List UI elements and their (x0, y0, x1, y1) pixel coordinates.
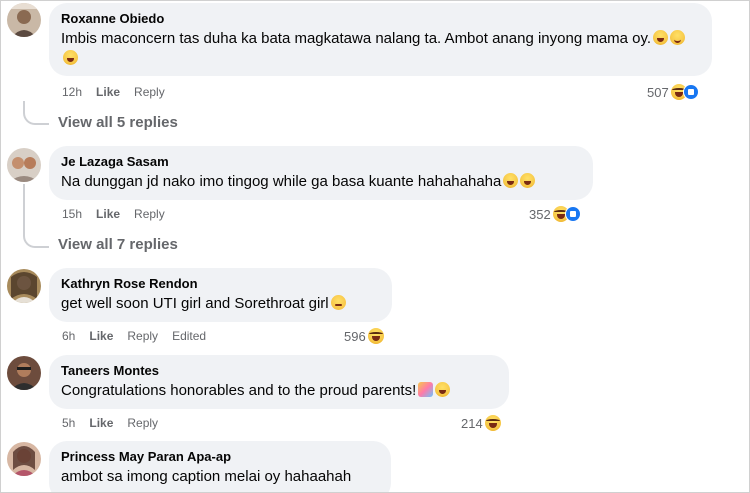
reply-button[interactable]: Reply (127, 329, 158, 343)
joy-emoji-icon (520, 173, 536, 188)
haha-reaction-icon (367, 328, 384, 344)
joy-emoji-icon (503, 173, 519, 188)
grimace-emoji-icon (330, 295, 346, 310)
comment-actions: 5h Like Reply (62, 416, 172, 430)
comments-panel: Roxanne Obiedo Imbis maconcern tas duha … (0, 0, 750, 493)
rofl-emoji-icon (653, 30, 669, 45)
comment-text: get well soon UTI girl and Sorethroat gi… (61, 294, 380, 314)
comment-actions: 12h Like Reply (62, 85, 179, 99)
reaction-count: 596 (344, 328, 366, 344)
comment-author[interactable]: Taneers Montes (61, 362, 497, 379)
thread-line (23, 184, 49, 248)
like-button[interactable]: Like (89, 329, 113, 343)
comment-bubble: Princess May Paran Apa-ap ambot sa imong… (49, 441, 391, 492)
comment-bubble: Roxanne Obiedo Imbis maconcern tas duha … (49, 3, 712, 76)
reaction-count: 352 (529, 206, 551, 222)
avatar[interactable] (7, 356, 41, 390)
comment-text: ambot sa imong caption melai oy hahaahah (61, 468, 352, 485)
reply-button[interactable]: Reply (134, 85, 165, 99)
comment-actions: 6h Like Reply Edited (62, 329, 220, 343)
reaction-summary[interactable]: 352 (529, 206, 581, 222)
avatar[interactable] (7, 3, 41, 37)
comment-author[interactable]: Princess May Paran Apa-ap (61, 448, 379, 465)
like-reaction-icon (682, 84, 699, 100)
reply-button[interactable]: Reply (127, 416, 158, 430)
thread-line (23, 101, 49, 125)
reaction-count: 214 (461, 415, 483, 431)
joy-emoji-icon (63, 50, 78, 65)
comment-time[interactable]: 5h (62, 416, 75, 430)
view-replies-link[interactable]: View all 5 replies (58, 114, 178, 131)
comment-actions: 15h Like Reply (62, 207, 179, 221)
comment-author[interactable]: Kathryn Rose Rendon (61, 275, 380, 292)
avatar[interactable] (7, 442, 41, 476)
smile-emoji-icon (670, 30, 686, 45)
comment-time[interactable]: 6h (62, 329, 75, 343)
reaction-count: 507 (647, 84, 669, 100)
comment-time[interactable]: 15h (62, 207, 82, 221)
like-button[interactable]: Like (96, 85, 120, 99)
avatar[interactable] (7, 269, 41, 303)
reaction-summary[interactable]: 596 (344, 328, 384, 344)
like-button[interactable]: Like (96, 207, 120, 221)
comment-bubble: Kathryn Rose Rendon get well soon UTI gi… (49, 268, 392, 322)
comment-author[interactable]: Roxanne Obiedo (61, 10, 700, 27)
reaction-summary[interactable]: 214 (461, 415, 501, 431)
party-popper-emoji-icon (418, 382, 434, 397)
comment-text: Congratulations honorables and to the pr… (61, 381, 497, 401)
comment-text: Imbis maconcern tas duha ka bata magkata… (61, 29, 700, 69)
comment-time[interactable]: 12h (62, 85, 82, 99)
reply-button[interactable]: Reply (134, 207, 165, 221)
like-button[interactable]: Like (89, 416, 113, 430)
view-replies-link[interactable]: View all 7 replies (58, 236, 178, 253)
haha-reaction-icon (484, 415, 501, 431)
like-reaction-icon (564, 206, 581, 222)
edited-label: Edited (172, 329, 207, 343)
comment-text: Na dunggan jd nako imo tingog while ga b… (61, 172, 581, 192)
comment-bubble: Taneers Montes Congratulations honorable… (49, 355, 509, 409)
joy-emoji-icon (435, 382, 451, 397)
comment-bubble: Je Lazaga Sasam Na dunggan jd nako imo t… (49, 146, 593, 200)
reaction-summary[interactable]: 507 (647, 84, 699, 100)
avatar[interactable] (7, 148, 41, 182)
comment-author[interactable]: Je Lazaga Sasam (61, 153, 581, 170)
